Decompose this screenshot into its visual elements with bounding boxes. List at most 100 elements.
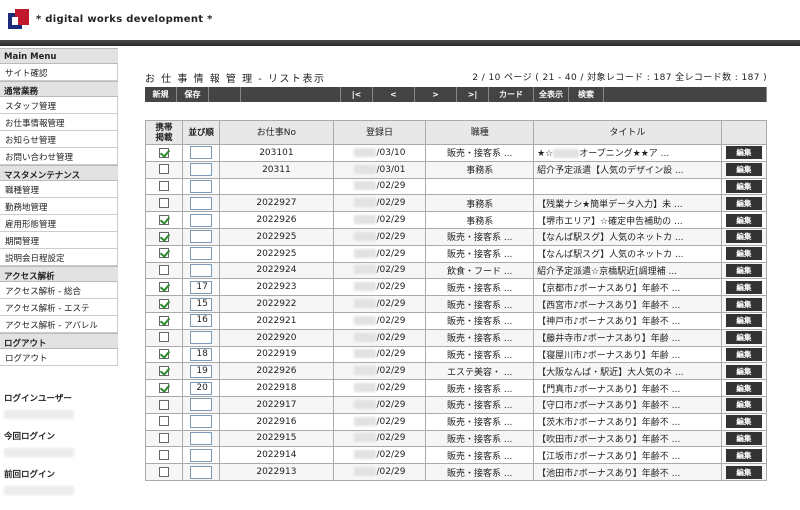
order-input[interactable]: 16 — [190, 314, 213, 328]
edit-button[interactable]: 編集 — [725, 280, 762, 294]
edit-button[interactable]: 編集 — [725, 297, 762, 311]
sidebar-menu-item[interactable]: 説明会日程設定 — [0, 249, 118, 266]
current-login-label: 今回ログイン — [4, 432, 56, 442]
order-input[interactable] — [190, 163, 213, 177]
mobile-publish-checkbox[interactable] — [159, 466, 170, 477]
edit-button[interactable]: 編集 — [725, 230, 762, 244]
sidebar-menu-item[interactable]: アクセス解析 - エステ — [0, 299, 118, 316]
sidebar-menu-item[interactable]: 職種管理 — [0, 181, 118, 198]
mobile-publish-checkbox[interactable] — [159, 282, 170, 293]
order-input[interactable] — [190, 331, 213, 345]
column-date[interactable]: 登録日 — [332, 120, 427, 145]
edit-button[interactable]: 編集 — [725, 364, 762, 378]
sidebar-menu-item[interactable]: 勤務地管理 — [0, 198, 118, 215]
order-input[interactable] — [190, 146, 213, 160]
sidebar-menu-item[interactable]: アクセス解析 - アパレル — [0, 316, 118, 333]
mobile-publish-checkbox[interactable] — [159, 433, 170, 444]
mobile-publish-checkbox[interactable] — [159, 181, 170, 192]
date-cell: /02/29 — [332, 463, 427, 481]
edit-button[interactable]: 編集 — [725, 381, 762, 395]
date-value: /02/29 — [376, 383, 406, 394]
order-input[interactable] — [190, 448, 213, 462]
mobile-publish-checkbox[interactable] — [159, 231, 170, 242]
edit-button[interactable]: 編集 — [725, 465, 762, 479]
edit-button[interactable]: 編集 — [725, 448, 762, 462]
mobile-publish-checkbox[interactable] — [159, 265, 170, 276]
order-input[interactable] — [190, 213, 213, 227]
edit-button[interactable]: 編集 — [725, 431, 762, 445]
sidebar-menu-item[interactable]: お仕事情報管理 — [0, 114, 118, 131]
edit-button[interactable]: 編集 — [725, 347, 762, 361]
column-order[interactable]: 並び順 — [182, 120, 221, 145]
date-cell: /02/29 — [332, 328, 427, 347]
order-input[interactable]: 20 — [190, 381, 213, 395]
mobile-publish-checkbox[interactable] — [159, 164, 170, 175]
column-title[interactable]: タイトル — [533, 120, 722, 145]
mobile-publish-checkbox[interactable] — [159, 349, 170, 360]
edit-button[interactable]: 編集 — [725, 179, 762, 193]
card-view-button[interactable]: カード — [489, 87, 534, 102]
mobile-publish-checkbox[interactable] — [159, 298, 170, 309]
show-all-button[interactable]: 全表示 — [534, 87, 569, 102]
edit-button[interactable]: 編集 — [725, 331, 762, 345]
order-cell — [182, 160, 221, 179]
search-button[interactable]: 検索 — [569, 87, 604, 102]
sidebar-menu-item[interactable]: 雇用形態管理 — [0, 215, 118, 232]
logo — [8, 9, 30, 31]
mobile-publish-checkbox[interactable] — [159, 366, 170, 376]
order-input[interactable] — [190, 179, 213, 193]
edit-button[interactable]: 編集 — [725, 213, 762, 227]
date-value: /03/10 — [376, 147, 406, 158]
sidebar-menu-item[interactable]: ログアウト — [0, 349, 118, 366]
order-input[interactable] — [190, 431, 213, 445]
first-page-button[interactable]: |< — [341, 87, 373, 102]
edit-button[interactable]: 編集 — [725, 146, 762, 160]
sidebar-menu-item[interactable]: 期間管理 — [0, 232, 118, 249]
table-row: 2022927/02/29 事務系 【残業ナシ★簡単データ入力】未 ... 編集 — [144, 194, 768, 213]
mobile-publish-checkbox[interactable] — [159, 214, 170, 225]
save-button[interactable]: 保存 — [177, 87, 209, 102]
mobile-publish-checkbox[interactable] — [159, 315, 170, 326]
next-page-button[interactable]: > — [415, 87, 457, 102]
edit-button[interactable]: 編集 — [725, 196, 762, 210]
mobile-cell — [144, 395, 184, 414]
sidebar-menu-item[interactable]: スタッフ管理 — [0, 97, 118, 114]
edit-button[interactable]: 編集 — [725, 247, 762, 261]
mobile-publish-checkbox[interactable] — [159, 147, 170, 158]
column-category[interactable]: 職種 — [425, 120, 535, 145]
order-input[interactable] — [190, 398, 213, 412]
mobile-publish-checkbox[interactable] — [159, 248, 170, 259]
mobile-publish-checkbox[interactable] — [159, 198, 170, 209]
order-input[interactable]: 15 — [190, 297, 213, 311]
column-job-no[interactable]: お仕事No — [219, 120, 334, 145]
order-input[interactable]: 17 — [190, 280, 213, 294]
mobile-publish-checkbox[interactable] — [159, 382, 170, 393]
edit-cell: 編集 — [720, 362, 768, 381]
edit-button[interactable]: 編集 — [725, 415, 762, 429]
mobile-publish-checkbox[interactable] — [159, 416, 170, 427]
menu-section-header: 通常業務 — [0, 81, 118, 97]
prev-page-button[interactable]: < — [373, 87, 415, 102]
order-input[interactable]: 19 — [190, 364, 213, 378]
last-page-button[interactable]: >| — [457, 87, 489, 102]
edit-button[interactable]: 編集 — [725, 163, 762, 177]
order-input[interactable] — [190, 247, 213, 261]
title-cell: 【西宮市♪ボーナスあり】年齢不 ... — [533, 295, 722, 313]
sidebar-menu-item[interactable]: サイト確認 — [0, 64, 118, 81]
mobile-publish-checkbox[interactable] — [159, 332, 170, 343]
sidebar-menu-item[interactable]: お知らせ管理 — [0, 131, 118, 148]
order-input[interactable]: 18 — [190, 347, 213, 361]
order-input[interactable] — [190, 415, 213, 429]
edit-button[interactable]: 編集 — [725, 314, 762, 328]
order-input[interactable] — [190, 263, 213, 277]
mobile-publish-checkbox[interactable] — [159, 399, 170, 410]
new-button[interactable]: 新規 — [145, 87, 177, 102]
edit-button[interactable]: 編集 — [725, 398, 762, 412]
order-input[interactable] — [190, 465, 213, 479]
sidebar-menu-item[interactable]: アクセス解析 - 総合 — [0, 282, 118, 299]
order-input[interactable] — [190, 230, 213, 244]
mobile-publish-checkbox[interactable] — [159, 449, 170, 460]
sidebar-menu-item[interactable]: お問い合わせ管理 — [0, 148, 118, 165]
edit-button[interactable]: 編集 — [725, 263, 762, 277]
order-input[interactable] — [190, 196, 213, 210]
